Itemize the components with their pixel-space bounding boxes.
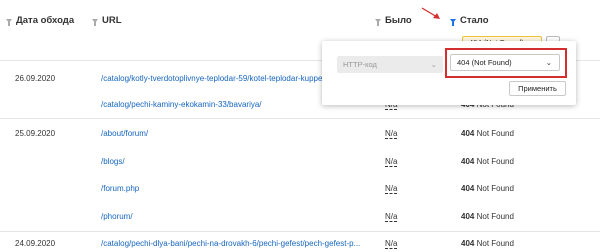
divider	[0, 231, 600, 232]
url-link[interactable]: /catalog/pechi-kaminy-ekokamin-33/bavari…	[101, 100, 262, 109]
column-date-label: Дата обхода	[16, 15, 75, 26]
date-cell: 25.09.2020	[15, 129, 56, 138]
apply-button[interactable]: Применить	[509, 81, 566, 96]
chevron-down-icon: ⌄	[430, 60, 437, 69]
column-bylo[interactable]: Было	[375, 15, 412, 26]
filter-icon[interactable]	[375, 18, 381, 26]
field-select-value: HTTP-код	[343, 60, 377, 69]
stalo-value: 404 Not Found	[461, 212, 514, 221]
url-link[interactable]: /forum.php	[101, 184, 139, 193]
value-select-value: 404 (Not Found)	[457, 58, 512, 67]
divider	[0, 118, 600, 119]
stalo-value: 404 Not Found	[461, 157, 514, 166]
column-date[interactable]: Дата обхода	[6, 15, 74, 26]
date-cell: 24.09.2020	[15, 239, 56, 248]
field-select: HTTP-код ⌄	[337, 56, 443, 73]
filter-popup: HTTP-код ⌄ 404 (Not Found) ⌄ Применить	[322, 41, 576, 105]
filter-active-icon[interactable]	[450, 18, 456, 26]
url-link[interactable]: /phorum/	[101, 212, 133, 221]
url-link[interactable]: /about/forum/	[101, 129, 148, 138]
bylo-value[interactable]: N/a	[385, 129, 398, 139]
url-link[interactable]: /blogs/	[101, 157, 125, 166]
stalo-value: 404 Not Found	[461, 184, 514, 193]
column-stalo[interactable]: Стало	[450, 15, 489, 26]
column-stalo-label: Стало	[460, 15, 489, 26]
bylo-value[interactable]: N/a	[385, 212, 398, 222]
column-url-label: URL	[102, 15, 122, 26]
column-bylo-label: Было	[385, 15, 412, 26]
filter-icon[interactable]	[6, 18, 12, 26]
value-select[interactable]: 404 (Not Found) ⌄	[450, 54, 560, 71]
url-link[interactable]: /catalog/pechi-dlya-bani/pechi-na-drovak…	[101, 239, 360, 248]
column-url[interactable]: URL	[92, 15, 122, 26]
bylo-value[interactable]: N/a	[385, 184, 398, 194]
filter-icon[interactable]	[92, 18, 98, 26]
annotation-arrow-icon	[421, 7, 440, 19]
bylo-value[interactable]: N/a	[385, 239, 398, 249]
chevron-down-icon: ⌄	[545, 58, 552, 67]
stalo-value: 404 Not Found	[461, 129, 514, 138]
date-cell: 26.09.2020	[15, 74, 56, 83]
stalo-value: 404 Not Found	[461, 239, 514, 248]
bylo-value[interactable]: N/a	[385, 157, 398, 167]
url-link[interactable]: /catalog/kotly-tverdotoplivnye-teplodar-…	[101, 74, 334, 83]
